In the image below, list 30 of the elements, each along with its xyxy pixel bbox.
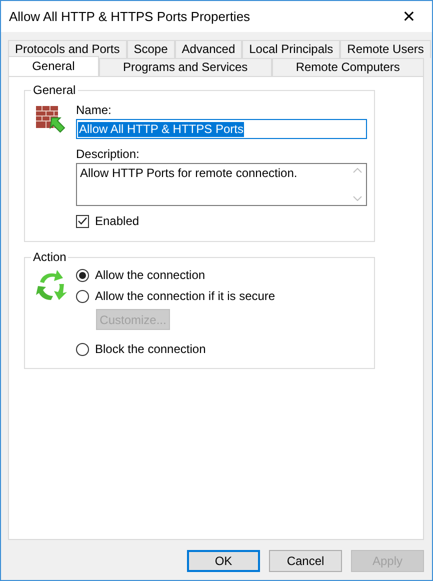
radio-label: Allow the connection if it is secure: [95, 289, 276, 303]
radio-button[interactable]: [76, 342, 89, 356]
window-title: Allow All HTTP & HTTPS Ports Properties: [9, 9, 250, 24]
name-field[interactable]: Allow All HTTP & HTTPS Ports: [76, 119, 367, 139]
tab[interactable]: Advanced: [174, 40, 242, 58]
radio-label: Allow the connection: [95, 268, 206, 282]
checkbox-label: Enabled: [95, 214, 140, 228]
scroll-down-icon: [353, 196, 362, 201]
group-title: General: [31, 83, 78, 97]
radio-label: Block the connection: [95, 342, 206, 356]
tab[interactable]: Programs and Services: [98, 58, 272, 76]
group-title: Action: [31, 250, 68, 264]
tab[interactable]: Scope: [126, 40, 175, 58]
circular-arrows-icon: [34, 268, 68, 302]
enabled-checkbox[interactable]: [76, 214, 89, 228]
tab[interactable]: Protocols and Ports: [8, 40, 127, 58]
scroll-up-icon: [353, 168, 362, 173]
tab[interactable]: Remote Computers: [272, 58, 424, 76]
tab[interactable]: General: [8, 56, 99, 76]
dialog-button[interactable]: Cancel: [269, 550, 342, 572]
dialog-button[interactable]: OK: [187, 550, 260, 572]
description-text: Allow HTTP Ports for remote connection.: [79, 165, 298, 182]
tab[interactable]: Remote Users: [340, 40, 431, 58]
description-field[interactable]: Allow HTTP Ports for remote connection.: [76, 163, 367, 206]
tab[interactable]: Local Principals: [242, 40, 340, 58]
radio-button[interactable]: [76, 290, 89, 302]
field-label: Description:: [76, 147, 140, 161]
selected-text: Allow All HTTP & HTTPS Ports: [78, 122, 244, 136]
radio-button[interactable]: [76, 268, 89, 282]
field-label: Name:: [76, 103, 112, 117]
